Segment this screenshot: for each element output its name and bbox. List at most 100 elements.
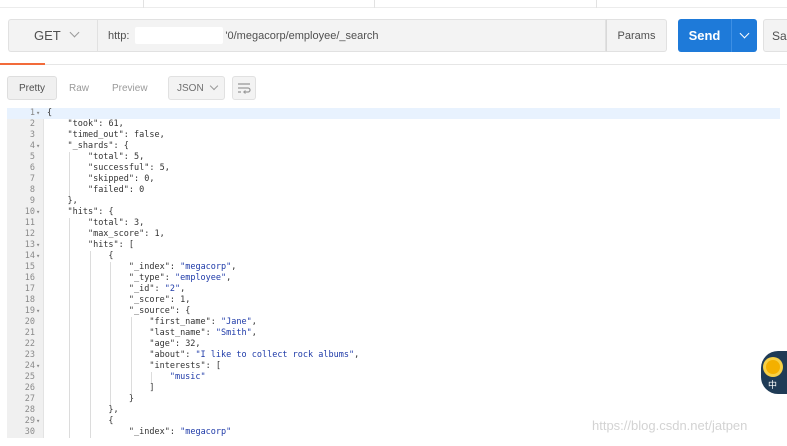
tab-preview[interactable]: Preview bbox=[112, 76, 148, 100]
code-line: 27 } bbox=[7, 394, 780, 405]
fold-arrow-icon[interactable]: ▾ bbox=[36, 361, 44, 372]
line-number: 20 bbox=[24, 317, 35, 327]
code-line: 1 ▾{ bbox=[7, 108, 780, 119]
section-divider bbox=[0, 64, 787, 65]
fold-arrow-icon[interactable]: ▾ bbox=[36, 240, 44, 251]
top-strip bbox=[0, 0, 787, 8]
code-text: ] bbox=[47, 383, 155, 393]
indent-guide bbox=[69, 218, 71, 438]
code-line: 22 "age": 32, bbox=[7, 339, 780, 350]
fold-arrow-icon[interactable]: ▾ bbox=[36, 141, 44, 152]
code-text: "took": 61, bbox=[67, 119, 124, 129]
line-number: 18 bbox=[24, 295, 35, 305]
code-text: "failed": 0 bbox=[87, 185, 145, 195]
code-text: "last_name": "Smith", bbox=[149, 328, 257, 338]
code-line: 13 ▾ "hits": [ bbox=[7, 240, 780, 251]
line-number: 4 bbox=[29, 141, 35, 151]
fold-arrow-icon[interactable]: ▾ bbox=[36, 108, 44, 119]
method-label: GET bbox=[34, 28, 61, 43]
chevron-down-icon bbox=[209, 81, 218, 91]
code-line: 10 ▾ "hits": { bbox=[7, 207, 780, 218]
code-text: { bbox=[47, 251, 114, 261]
fold-arrow-icon[interactable]: ▾ bbox=[36, 416, 44, 427]
code-line: 2 "took": 61, bbox=[7, 119, 780, 130]
method-select[interactable]: GET bbox=[8, 19, 97, 52]
line-number: 28 bbox=[24, 405, 35, 415]
code-line: 28 }, bbox=[7, 405, 780, 416]
floating-assistant-badge[interactable]: 中 bbox=[761, 351, 787, 394]
line-number: 5 bbox=[29, 152, 35, 162]
divider bbox=[143, 0, 144, 8]
tab-raw[interactable]: Raw bbox=[69, 76, 89, 100]
line-number: 8 bbox=[29, 185, 35, 195]
wrap-lines-button[interactable] bbox=[232, 76, 256, 100]
code-line: 23 "about": "I like to collect rock albu… bbox=[7, 350, 780, 361]
line-number: 19 bbox=[24, 306, 35, 316]
code-text: "hits": [ bbox=[87, 240, 135, 250]
code-text: "total": 3, bbox=[87, 218, 145, 228]
chevron-down-icon bbox=[739, 28, 750, 39]
code-text: { bbox=[47, 416, 114, 426]
code-text: "hits": { bbox=[67, 207, 114, 217]
line-number: 13 bbox=[24, 240, 35, 250]
code-line: 16 "_type": "employee", bbox=[7, 273, 780, 284]
line-number: 22 bbox=[24, 339, 35, 349]
badge-text: 中 bbox=[768, 381, 778, 391]
line-number: 1 bbox=[29, 108, 35, 118]
tab-pretty[interactable]: Pretty bbox=[7, 76, 57, 100]
line-number: 7 bbox=[29, 174, 35, 184]
code-line: 3 "timed_out": false, bbox=[7, 130, 780, 141]
line-number: 9 bbox=[29, 196, 35, 206]
code-text: "timed_out": false, bbox=[67, 130, 165, 140]
code-line: 15 "_index": "megacorp", bbox=[7, 262, 780, 273]
code-line: 5 "total": 5, bbox=[7, 152, 780, 163]
code-text: "music" bbox=[169, 372, 206, 382]
line-number: 16 bbox=[24, 273, 35, 283]
line-number: 27 bbox=[24, 394, 35, 404]
response-body-code-panel[interactable]: 1 ▾{2 "took": 61, 3 "timed_out": false, 4 ▾ … bbox=[7, 108, 780, 438]
save-button[interactable]: Sa bbox=[763, 19, 787, 52]
active-tab-indicator bbox=[0, 63, 45, 65]
fold-arrow-icon[interactable]: ▾ bbox=[36, 306, 44, 317]
code-text: "about": "I like to collect rock albums"… bbox=[149, 350, 360, 360]
chevron-down-icon bbox=[69, 27, 80, 38]
code-text: }, bbox=[47, 196, 78, 206]
code-text: "_index": "megacorp" bbox=[128, 427, 232, 437]
send-options-button[interactable] bbox=[731, 19, 757, 52]
code-text: "_id": "2", bbox=[128, 284, 186, 294]
url-input[interactable]: http: '0/megacorp/employee/_search bbox=[97, 19, 606, 52]
code-line: 19 ▾ "_source": { bbox=[7, 306, 780, 317]
line-number: 30 bbox=[24, 427, 35, 437]
code-line: 12 "max_score": 1, bbox=[7, 229, 780, 240]
wrap-lines-icon bbox=[238, 83, 251, 94]
line-number: 2 bbox=[29, 119, 35, 129]
line-number: 17 bbox=[24, 284, 35, 294]
fold-arrow-icon[interactable]: ▾ bbox=[36, 207, 44, 218]
send-button[interactable]: Send bbox=[678, 19, 731, 52]
response-view-toolbar: Pretty Raw Preview JSON bbox=[0, 76, 787, 100]
code-text: "skipped": 0, bbox=[87, 174, 155, 184]
line-number: 24 bbox=[24, 361, 35, 371]
assistant-badge-icon bbox=[766, 360, 780, 374]
divider bbox=[374, 0, 375, 8]
fold-arrow-icon[interactable]: ▾ bbox=[36, 251, 44, 262]
code-line: 24 ▾ "interests": [ bbox=[7, 361, 780, 372]
line-number: 25 bbox=[24, 372, 35, 382]
line-number: 12 bbox=[24, 229, 35, 239]
code-text: "total": 5, bbox=[87, 152, 145, 162]
code-line: 21 "last_name": "Smith", bbox=[7, 328, 780, 339]
line-number: 21 bbox=[24, 328, 35, 338]
indent-guide bbox=[110, 262, 112, 405]
line-number: 29 bbox=[24, 416, 35, 426]
url-path: '0/megacorp/employee/_search bbox=[225, 29, 379, 42]
line-number: 15 bbox=[24, 262, 35, 272]
watermark: https://blog.csdn.net/jatpen bbox=[592, 418, 748, 433]
code-text: "_type": "employee", bbox=[128, 273, 232, 283]
code-text: "_shards": { bbox=[67, 141, 129, 151]
code-line: 6 "successful": 5, bbox=[7, 163, 780, 174]
indent-guide bbox=[69, 152, 71, 196]
format-select[interactable]: JSON bbox=[168, 76, 225, 100]
params-button[interactable]: Params bbox=[606, 19, 667, 52]
divider bbox=[596, 0, 597, 8]
code-text: "interests": [ bbox=[149, 361, 222, 371]
